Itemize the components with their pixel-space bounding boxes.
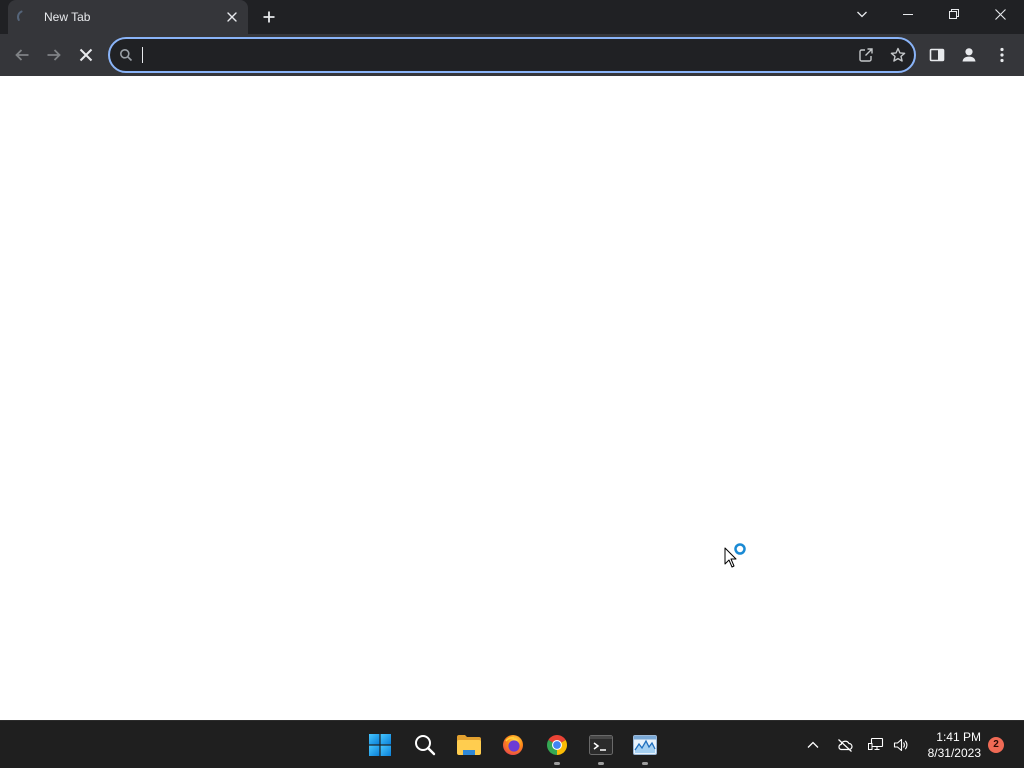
chrome-icon (547, 735, 567, 755)
share-icon[interactable] (858, 47, 874, 63)
running-indicator (598, 762, 604, 765)
tab-title: New Tab (44, 10, 91, 24)
profile-icon (962, 48, 976, 62)
taskbar-clock[interactable]: 1:41 PM 8/31/2023 (915, 729, 981, 761)
tab-strip: New Tab (0, 0, 1024, 34)
taskbar-chrome[interactable] (537, 725, 577, 765)
busy-cursor-icon (724, 543, 746, 568)
arrow-left-icon (15, 49, 29, 61)
onedrive-tray-button[interactable] (833, 725, 857, 765)
taskbar: 1:41 PM 8/31/2023 2 (0, 720, 1024, 768)
arrow-right-icon (47, 49, 61, 61)
clock-date: 8/31/2023 (927, 746, 981, 760)
page-content (0, 76, 1024, 720)
desktop-screen: New Tab 1:41 PM 8/31/2023 2 (0, 0, 1024, 768)
quick-settings-button[interactable] (864, 725, 914, 765)
taskbar-file-explorer[interactable] (449, 725, 489, 765)
address-input[interactable] (142, 39, 842, 71)
minimize-button[interactable] (885, 0, 931, 28)
close-window-button[interactable] (977, 0, 1023, 28)
search-icon (415, 735, 436, 756)
stop-loading-button[interactable] (70, 39, 102, 71)
restore-icon (949, 9, 959, 19)
text-caret (142, 47, 143, 63)
search-icon (119, 48, 133, 62)
minimize-icon (903, 14, 913, 15)
firefox-icon (503, 735, 523, 755)
address-bar[interactable] (108, 37, 916, 73)
side-panel-button[interactable] (923, 41, 951, 69)
browser-toolbar (0, 34, 1024, 76)
more-vert-icon (1000, 47, 1004, 63)
start-button[interactable] (360, 725, 400, 765)
profile-button[interactable] (955, 41, 983, 69)
taskbar-terminal[interactable] (581, 725, 621, 765)
tab-search-button[interactable] (848, 0, 876, 28)
forward-button[interactable] (38, 39, 70, 71)
onedrive-offline-icon (838, 739, 853, 752)
terminal-icon (589, 735, 613, 755)
taskbar-firefox[interactable] (493, 725, 533, 765)
volume-icon (893, 737, 909, 753)
chevron-up-icon (807, 741, 819, 748)
running-indicator (642, 762, 648, 765)
performance-monitor-icon (633, 735, 657, 755)
new-tab-button[interactable] (255, 3, 283, 31)
windows-start-icon (369, 734, 391, 756)
tray-overflow-button[interactable] (801, 725, 825, 765)
stop-loading-icon (79, 48, 93, 62)
chevron-down-icon (857, 11, 867, 18)
back-button[interactable] (6, 39, 38, 71)
loading-spinner-icon (16, 9, 32, 25)
tab-new-tab[interactable]: New Tab (8, 0, 248, 34)
tab-close-button[interactable] (224, 9, 240, 25)
clock-time: 1:41 PM (936, 730, 981, 744)
restore-button[interactable] (931, 0, 977, 28)
star-icon[interactable] (890, 47, 906, 63)
notification-badge[interactable]: 2 (988, 737, 1004, 753)
chrome-menu-button[interactable] (988, 41, 1016, 69)
taskbar-performance-monitor[interactable] (625, 725, 665, 765)
close-icon (994, 8, 1006, 20)
running-indicator (554, 762, 560, 765)
taskbar-search-button[interactable] (405, 725, 445, 765)
file-explorer-icon (457, 735, 481, 755)
plus-icon (263, 11, 275, 23)
close-icon (227, 12, 237, 22)
side-panel-icon (929, 48, 945, 62)
network-icon (868, 737, 884, 753)
